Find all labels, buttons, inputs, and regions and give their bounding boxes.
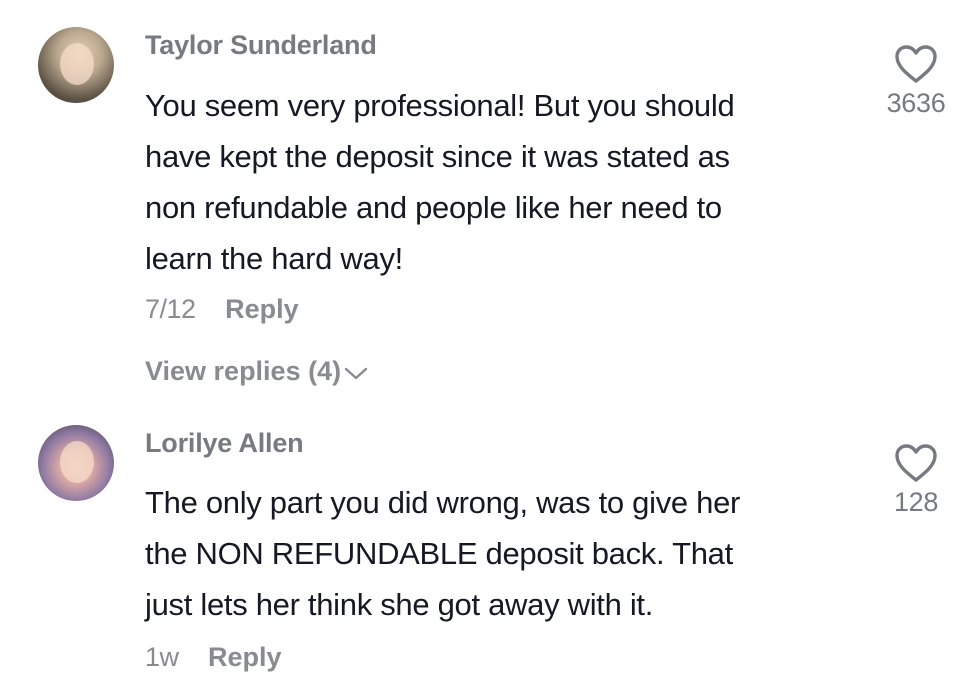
view-replies-button[interactable]: View replies (4) [145,356,369,387]
comment-username[interactable]: Lorilye Allen [145,428,304,459]
comment-text-line: just lets her think she got away with it… [145,587,654,622]
avatar[interactable] [38,27,114,103]
comment-text-line: You seem very professional! But you shou… [145,88,735,123]
like-button[interactable]: 128 [866,443,966,518]
chevron-down-icon [344,367,368,380]
comment-username[interactable]: Taylor Sunderland [145,30,377,61]
comment-text-line: The only part you did wrong, was to give… [145,485,741,520]
view-replies-label: View replies (4) [145,356,342,386]
comment-text-line: the NON REFUNDABLE deposit back. That [145,536,733,571]
comment-meta: 7/12 Reply [145,294,299,325]
reply-button[interactable]: Reply [225,294,299,324]
comment-meta: 1w Reply [145,642,282,673]
reply-button[interactable]: Reply [208,642,282,672]
comment-text: You seem very professional! But you shou… [145,80,845,284]
like-count: 3636 [886,88,946,118]
comment-text-line: learn the hard way! [145,241,403,276]
avatar[interactable] [38,425,114,501]
heart-outline-icon [895,45,937,83]
heart-outline-icon [895,444,937,482]
comment-text: The only part you did wrong, was to give… [145,477,845,630]
comment-timestamp: 1w [145,642,179,672]
comment-text-line: have kept the deposit since it was state… [145,139,730,174]
like-count: 128 [893,487,939,517]
comment-timestamp: 7/12 [145,294,196,324]
like-button[interactable]: 3636 [866,44,966,119]
comment-text-line: non refundable and people like her need … [145,190,722,225]
